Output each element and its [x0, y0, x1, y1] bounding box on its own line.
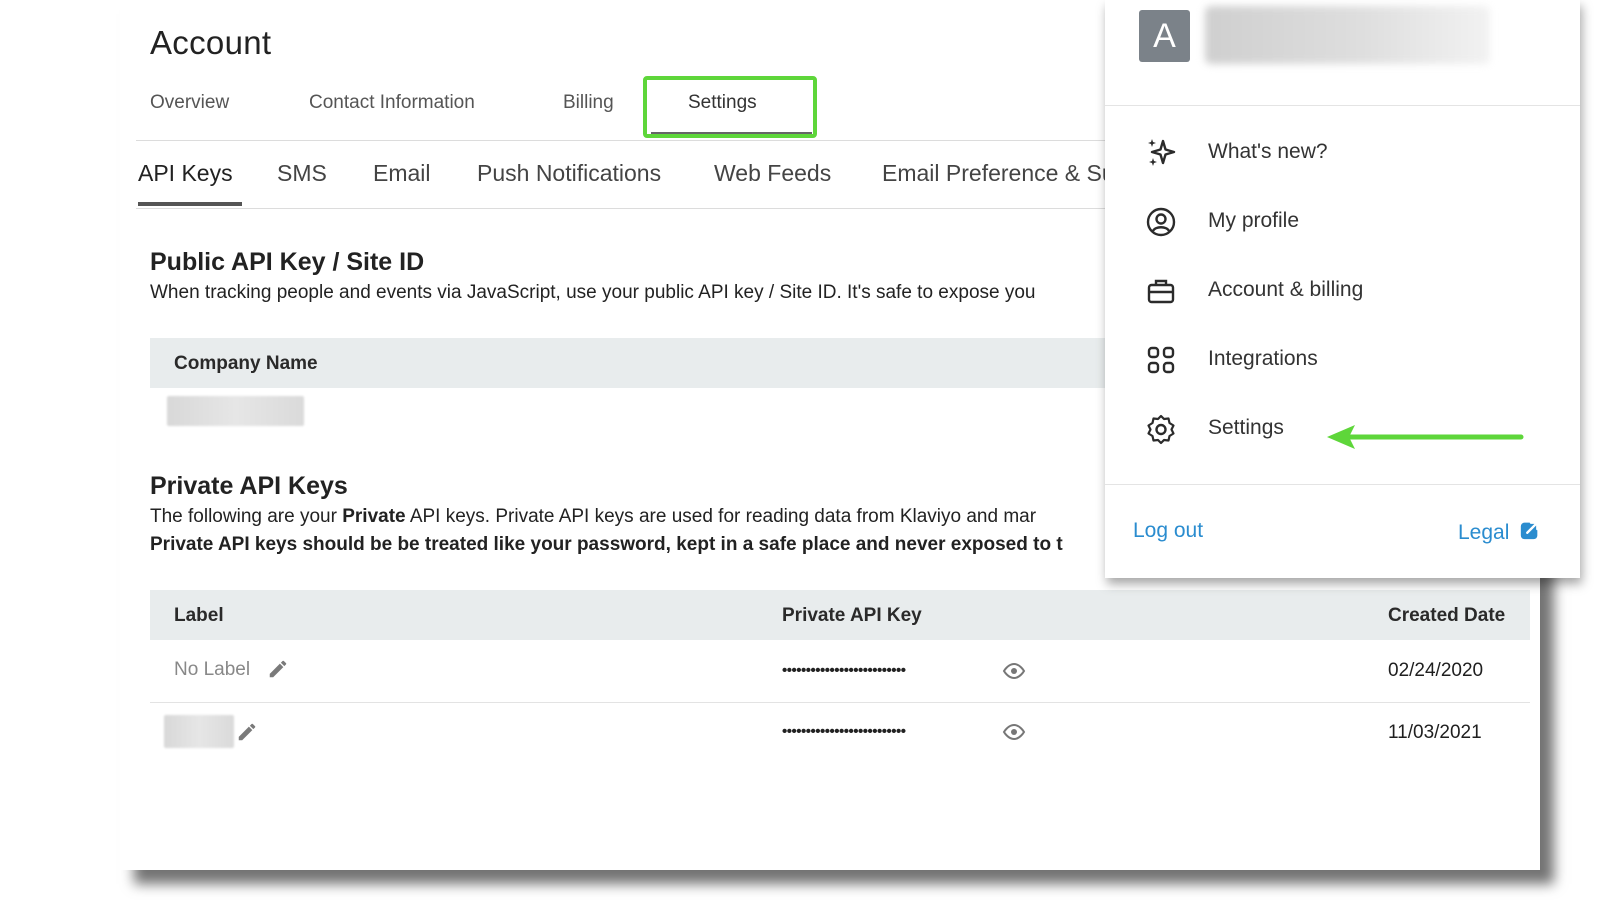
private-key-header: Private API Key — [782, 605, 922, 626]
menu-item-label: What's new? — [1208, 140, 1328, 163]
tab-overview[interactable]: Overview — [150, 92, 229, 114]
account-dropdown-menu: A What's new? My profile Account & billi… — [1105, 0, 1580, 578]
company-name-redacted — [167, 396, 304, 426]
edit-pencil-icon[interactable] — [236, 721, 258, 748]
public-api-table-header: Company Name — [150, 338, 1110, 388]
page-title: Account — [150, 24, 272, 61]
menu-item-whats-new[interactable]: What's new? — [1105, 128, 1580, 178]
gear-icon — [1145, 413, 1177, 445]
menu-item-integrations[interactable]: Integrations — [1105, 335, 1580, 385]
briefcase-icon — [1145, 275, 1177, 307]
subtab-push-notifications[interactable]: Push Notifications — [477, 160, 661, 187]
show-key-eye-icon[interactable] — [1002, 720, 1026, 749]
created-date-header: Created Date — [1388, 605, 1506, 626]
private-api-warning: Private API keys should be be treated li… — [150, 534, 1063, 555]
masked-api-key: •••••••••••••••••••••••••• — [782, 723, 906, 740]
menu-divider — [1105, 484, 1580, 485]
subtab-web-feeds[interactable]: Web Feeds — [714, 160, 831, 187]
account-name-redacted — [1205, 6, 1490, 64]
subtab-sms[interactable]: SMS — [277, 160, 327, 187]
desc-text: The following are your — [150, 506, 343, 527]
subtab-email-preference[interactable]: Email Preference & Su — [882, 160, 1115, 187]
tab-contact-information[interactable]: Contact Information — [309, 92, 475, 114]
menu-divider — [1105, 105, 1580, 106]
tab-billing[interactable]: Billing — [563, 92, 614, 114]
annotation-arrow-icon — [1327, 425, 1524, 449]
subtab-api-keys[interactable]: API Keys — [138, 160, 233, 187]
desc-bold: Private — [342, 506, 406, 527]
created-date: 02/24/2020 — [1388, 660, 1484, 681]
subtab-email[interactable]: Email — [373, 160, 431, 187]
avatar-letter: A — [1153, 16, 1176, 55]
created-date: 11/03/2021 — [1388, 722, 1482, 743]
company-name-header: Company Name — [174, 353, 318, 374]
subtabs-divider — [136, 208, 1106, 209]
external-link-icon — [1519, 519, 1541, 547]
show-key-eye-icon[interactable] — [1002, 659, 1026, 688]
table-row: •••••••••••••••••••••••••• 11/03/2021 — [150, 703, 1530, 765]
menu-item-label: Integrations — [1208, 347, 1318, 370]
private-api-title: Private API Keys — [150, 472, 348, 500]
active-subtab-indicator — [138, 202, 242, 206]
settings-tab-highlight — [643, 76, 817, 138]
legal-link[interactable]: Legal — [1458, 519, 1541, 547]
legal-label: Legal — [1458, 521, 1510, 544]
key-label-redacted — [164, 715, 234, 748]
desc-text-tail: API keys. Private API keys are used for … — [405, 506, 1037, 527]
private-keys-table-header: Label Private API Key Created Date — [150, 590, 1530, 640]
edit-pencil-icon[interactable] — [267, 658, 289, 685]
menu-item-label: My profile — [1208, 209, 1300, 232]
private-api-description: The following are your Private API keys.… — [150, 506, 1036, 528]
label-header: Label — [174, 605, 224, 626]
menu-item-label: Settings — [1208, 416, 1284, 439]
sparkle-icon — [1145, 137, 1177, 169]
avatar: A — [1139, 10, 1190, 62]
user-circle-icon — [1145, 206, 1177, 238]
public-api-title: Public API Key / Site ID — [150, 248, 425, 276]
menu-item-label: Account & billing — [1208, 278, 1364, 301]
table-row: No Label •••••••••••••••••••••••••• 02/2… — [150, 640, 1530, 702]
masked-api-key: •••••••••••••••••••••••••• — [782, 662, 906, 679]
tabs-divider — [136, 140, 1106, 141]
menu-item-my-profile[interactable]: My profile — [1105, 197, 1580, 247]
grid-icon — [1145, 344, 1177, 376]
key-label: No Label — [174, 659, 251, 680]
logout-link[interactable]: Log out — [1133, 519, 1203, 543]
public-api-description: When tracking people and events via Java… — [150, 282, 1036, 303]
menu-item-account-billing[interactable]: Account & billing — [1105, 266, 1580, 316]
